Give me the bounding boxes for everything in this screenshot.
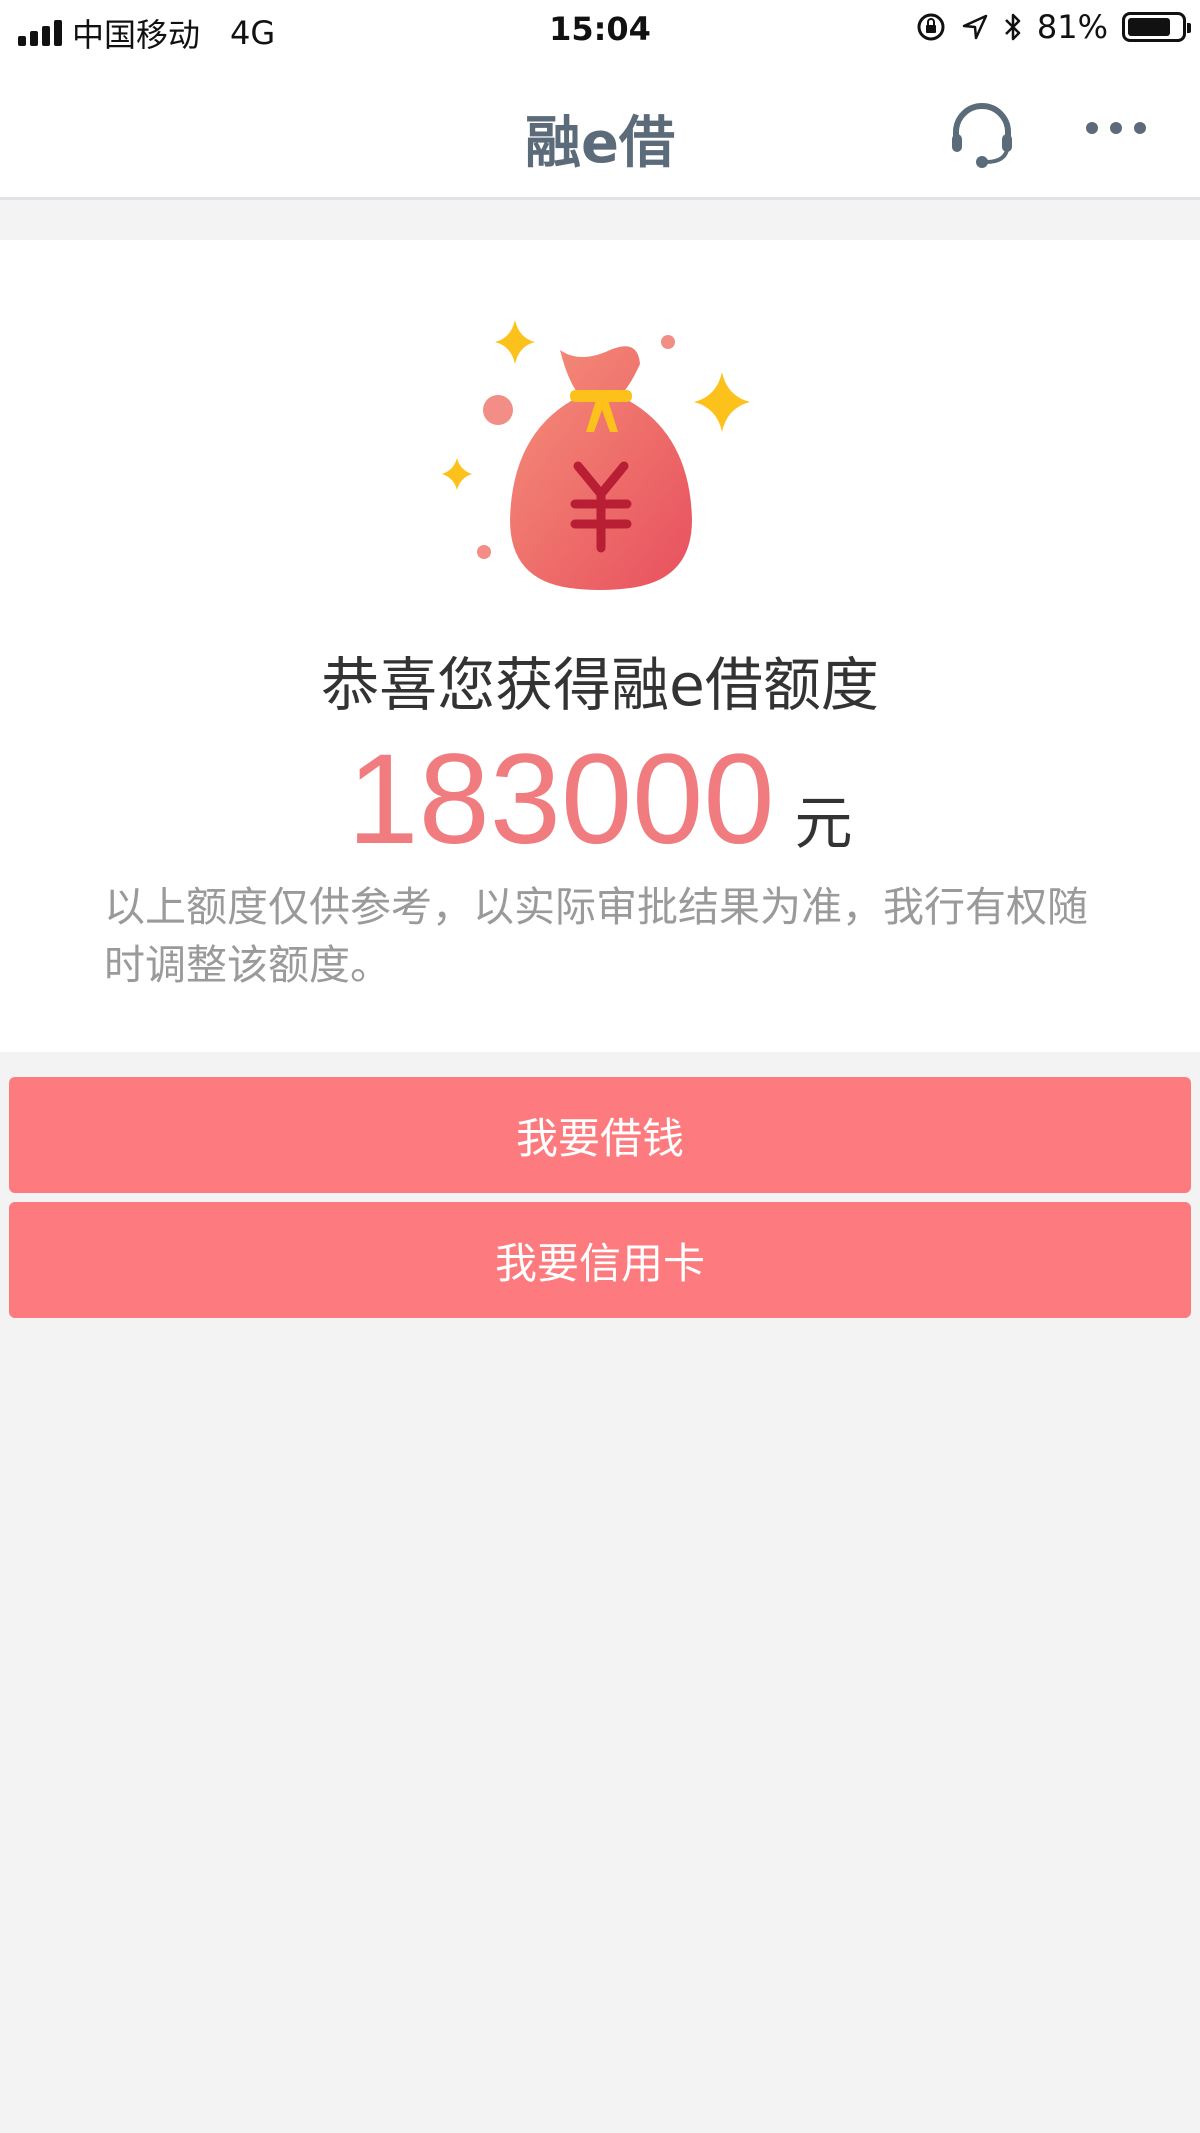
money-bag-icon bbox=[442, 320, 750, 590]
congrats-text: 恭喜您获得融e借额度 bbox=[321, 651, 879, 719]
credit-card-button[interactable]: 我要信用卡 bbox=[9, 1202, 1191, 1318]
credit-amount: 183000 bbox=[347, 728, 775, 871]
more-icon[interactable] bbox=[1080, 108, 1152, 148]
currency-unit: 元 bbox=[794, 789, 853, 857]
battery-level bbox=[1128, 18, 1171, 36]
credit-amount-row: 183000 元 bbox=[0, 726, 1200, 873]
credit-limit-card: 恭喜您获得融e借额度 183000 元 以上额度仅供参考，以实际审批结果为准，我行… bbox=[0, 240, 1200, 1052]
status-bar-right: 81% bbox=[915, 8, 1191, 46]
status-bar: 中国移动 4G 15:04 81% bbox=[0, 0, 1200, 60]
headset-icon[interactable] bbox=[946, 98, 1018, 170]
orientation-lock-icon bbox=[917, 13, 945, 41]
battery-icon bbox=[1122, 12, 1191, 42]
location-arrow-icon bbox=[962, 14, 988, 40]
borrow-button[interactable]: 我要借钱 bbox=[9, 1077, 1191, 1193]
bluetooth-icon bbox=[1004, 13, 1021, 41]
battery-percent: 81% bbox=[1036, 8, 1108, 46]
disclaimer-text: 以上额度仅供参考，以实际审批结果为准，我行有权随时调整该额度。 bbox=[104, 883, 1088, 989]
page-title: 融e借 bbox=[525, 111, 675, 176]
nav-bar: 融e借 bbox=[0, 60, 1200, 200]
